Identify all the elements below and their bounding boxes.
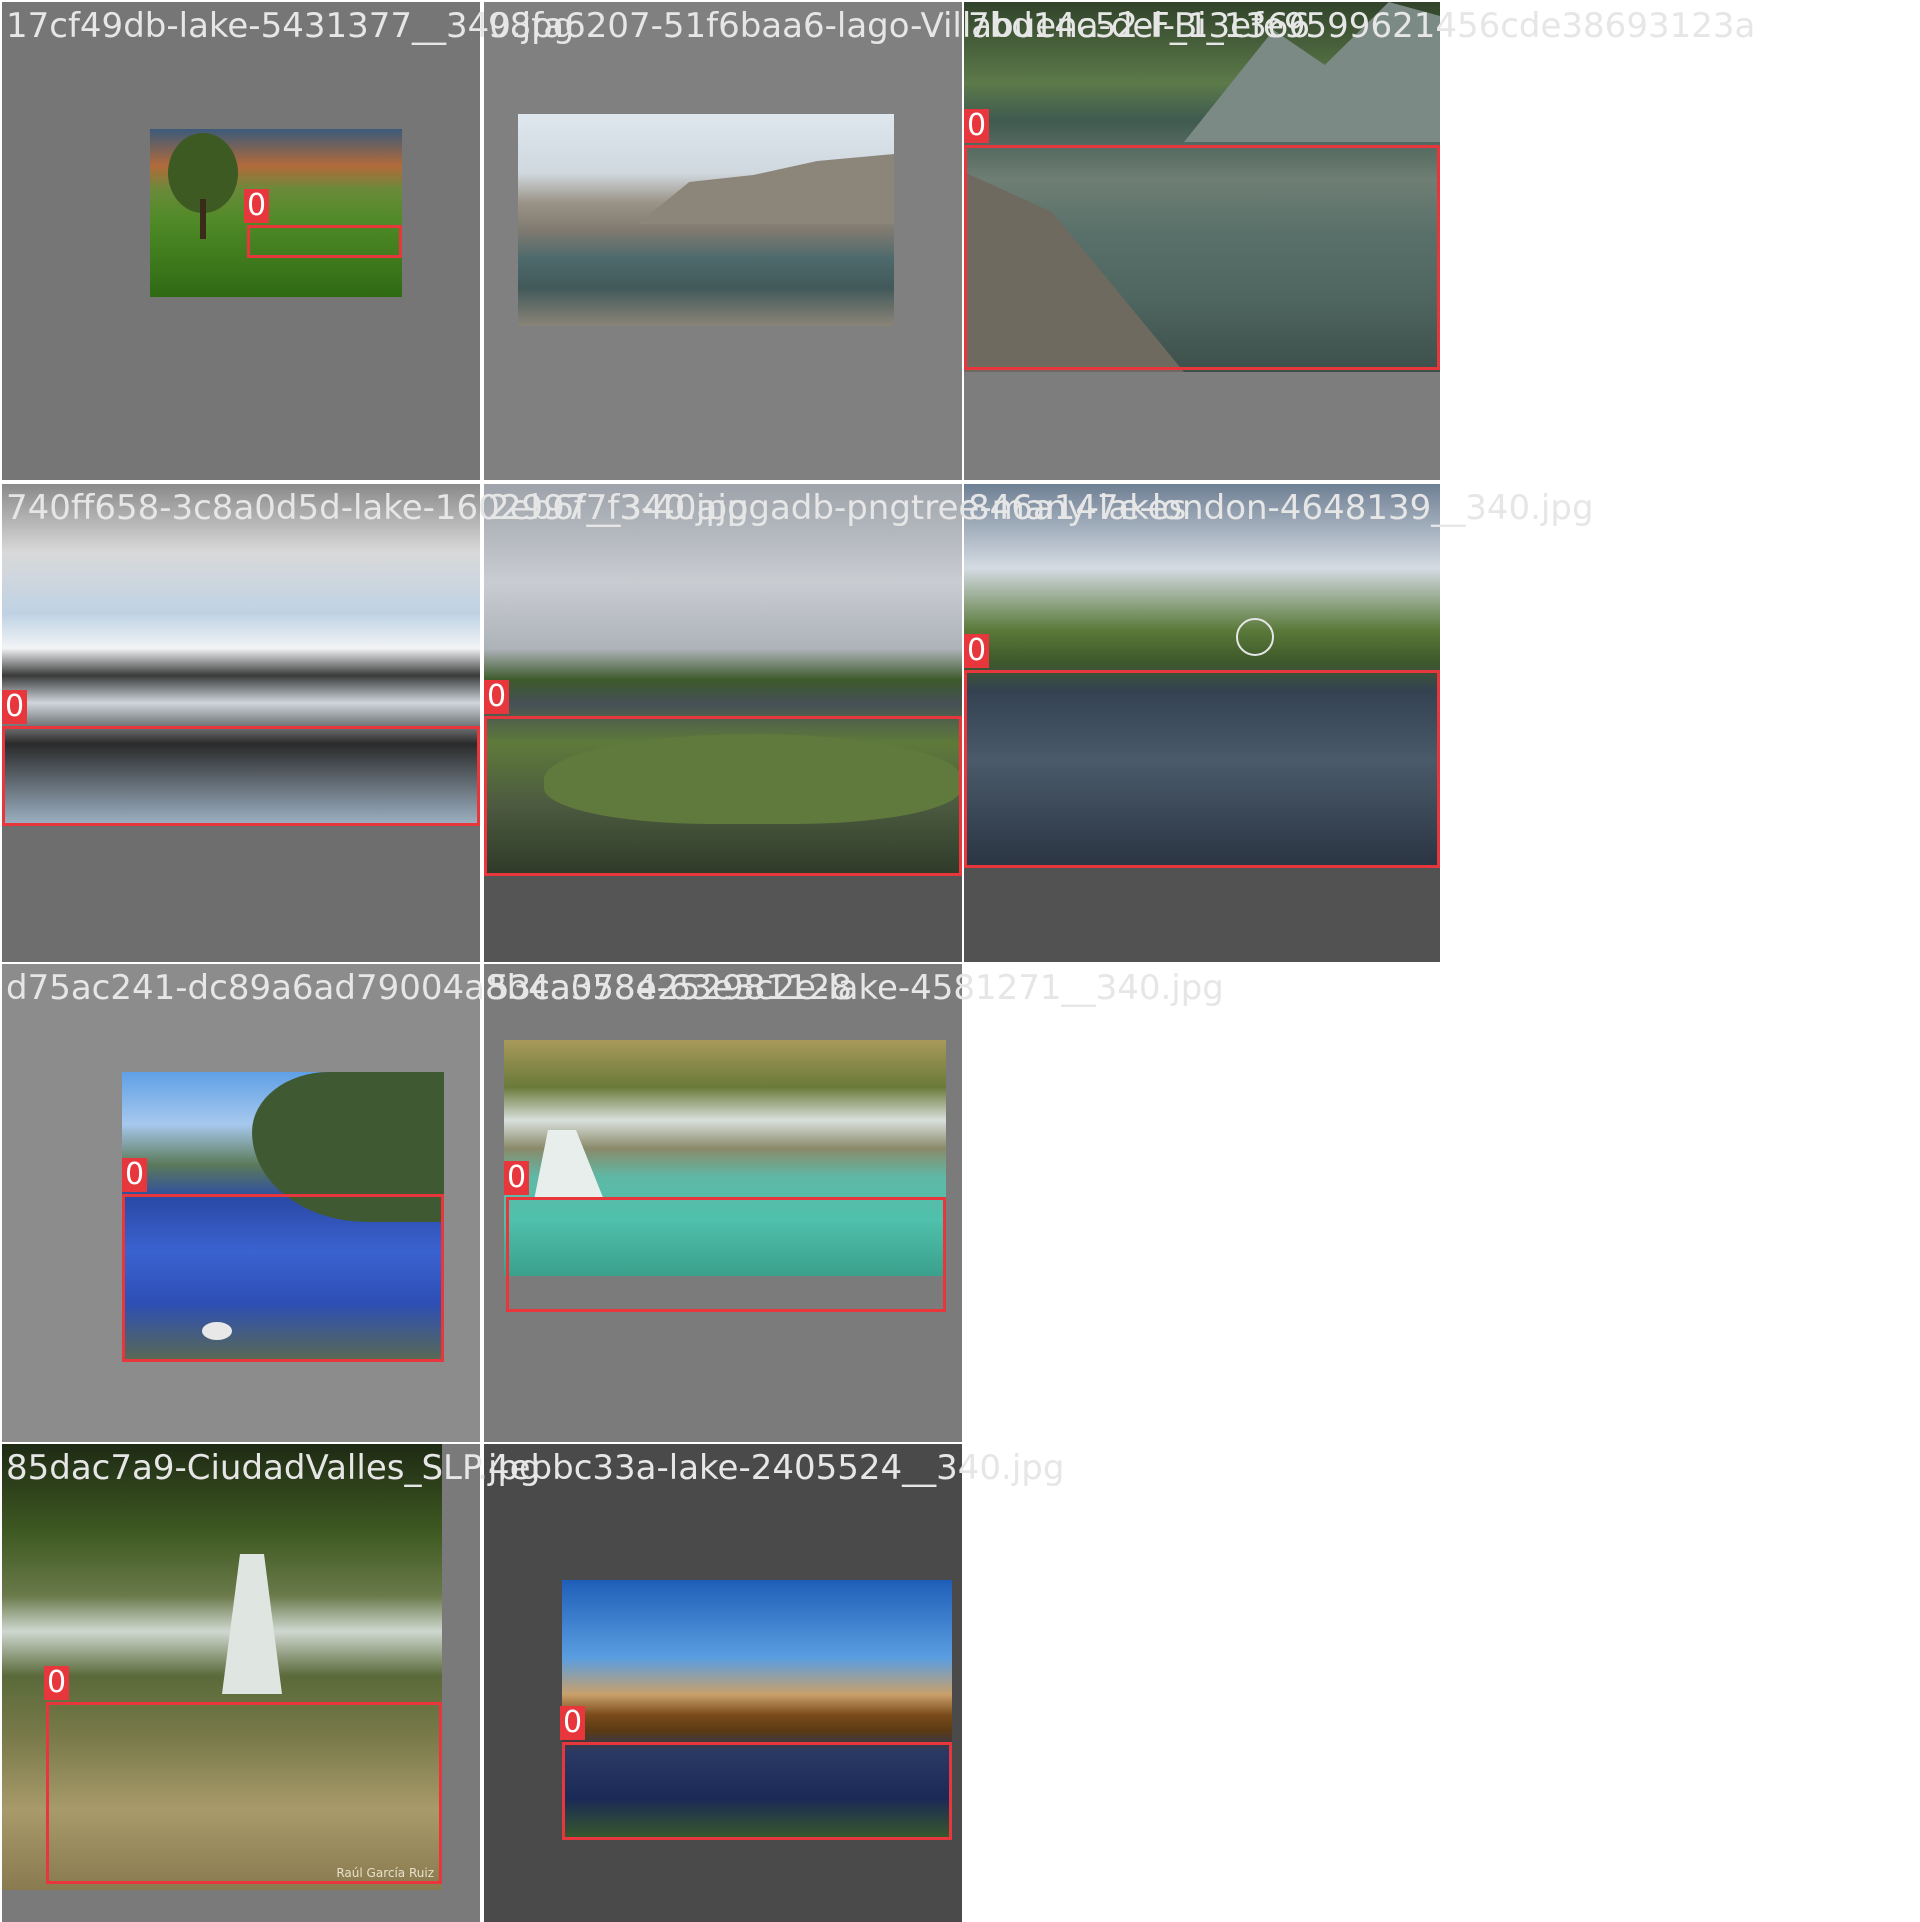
tile-cell: 0 [484,964,962,1442]
tile-cell: 0 [2,484,480,962]
tile-cell: 0 [2,964,480,1442]
detection-box [122,1194,444,1362]
detection-label: 0 [2,690,28,724]
tree-trunk [200,199,206,239]
detection-box [247,225,402,258]
tile-photo [150,129,402,297]
detection-mosaic: 0 0 0 0 0 0 0 Raúl García Ruiz 0 0 17cf4… [0,0,1920,1922]
detection-label: 0 [964,109,990,143]
detection-box [2,726,480,826]
detection-label: 0 [964,634,990,668]
detection-label: 0 [44,1666,70,1700]
detection-box [562,1742,952,1840]
detection-box [484,716,962,876]
detection-box [964,670,1440,868]
detection-label: 0 [504,1161,530,1195]
tile-cell [484,2,962,480]
tile-cell: 0 [484,484,962,962]
detection-box [964,145,1440,370]
tile-photo [518,114,894,326]
tile-cell: 0 [2,2,480,480]
detection-label: 0 [560,1706,586,1740]
detection-label: 0 [484,680,510,714]
detection-label: 0 [122,1158,148,1192]
tile-cell: 0 [484,1444,962,1922]
detection-label: 0 [244,189,270,223]
tile-cell: 0 [964,2,1440,480]
detection-box [46,1702,442,1884]
ferris-wheel-icon [1236,618,1274,656]
tile-cell: Raúl García Ruiz 0 [2,1444,480,1922]
detection-box [506,1197,946,1312]
tile-cell: 0 [964,484,1440,962]
